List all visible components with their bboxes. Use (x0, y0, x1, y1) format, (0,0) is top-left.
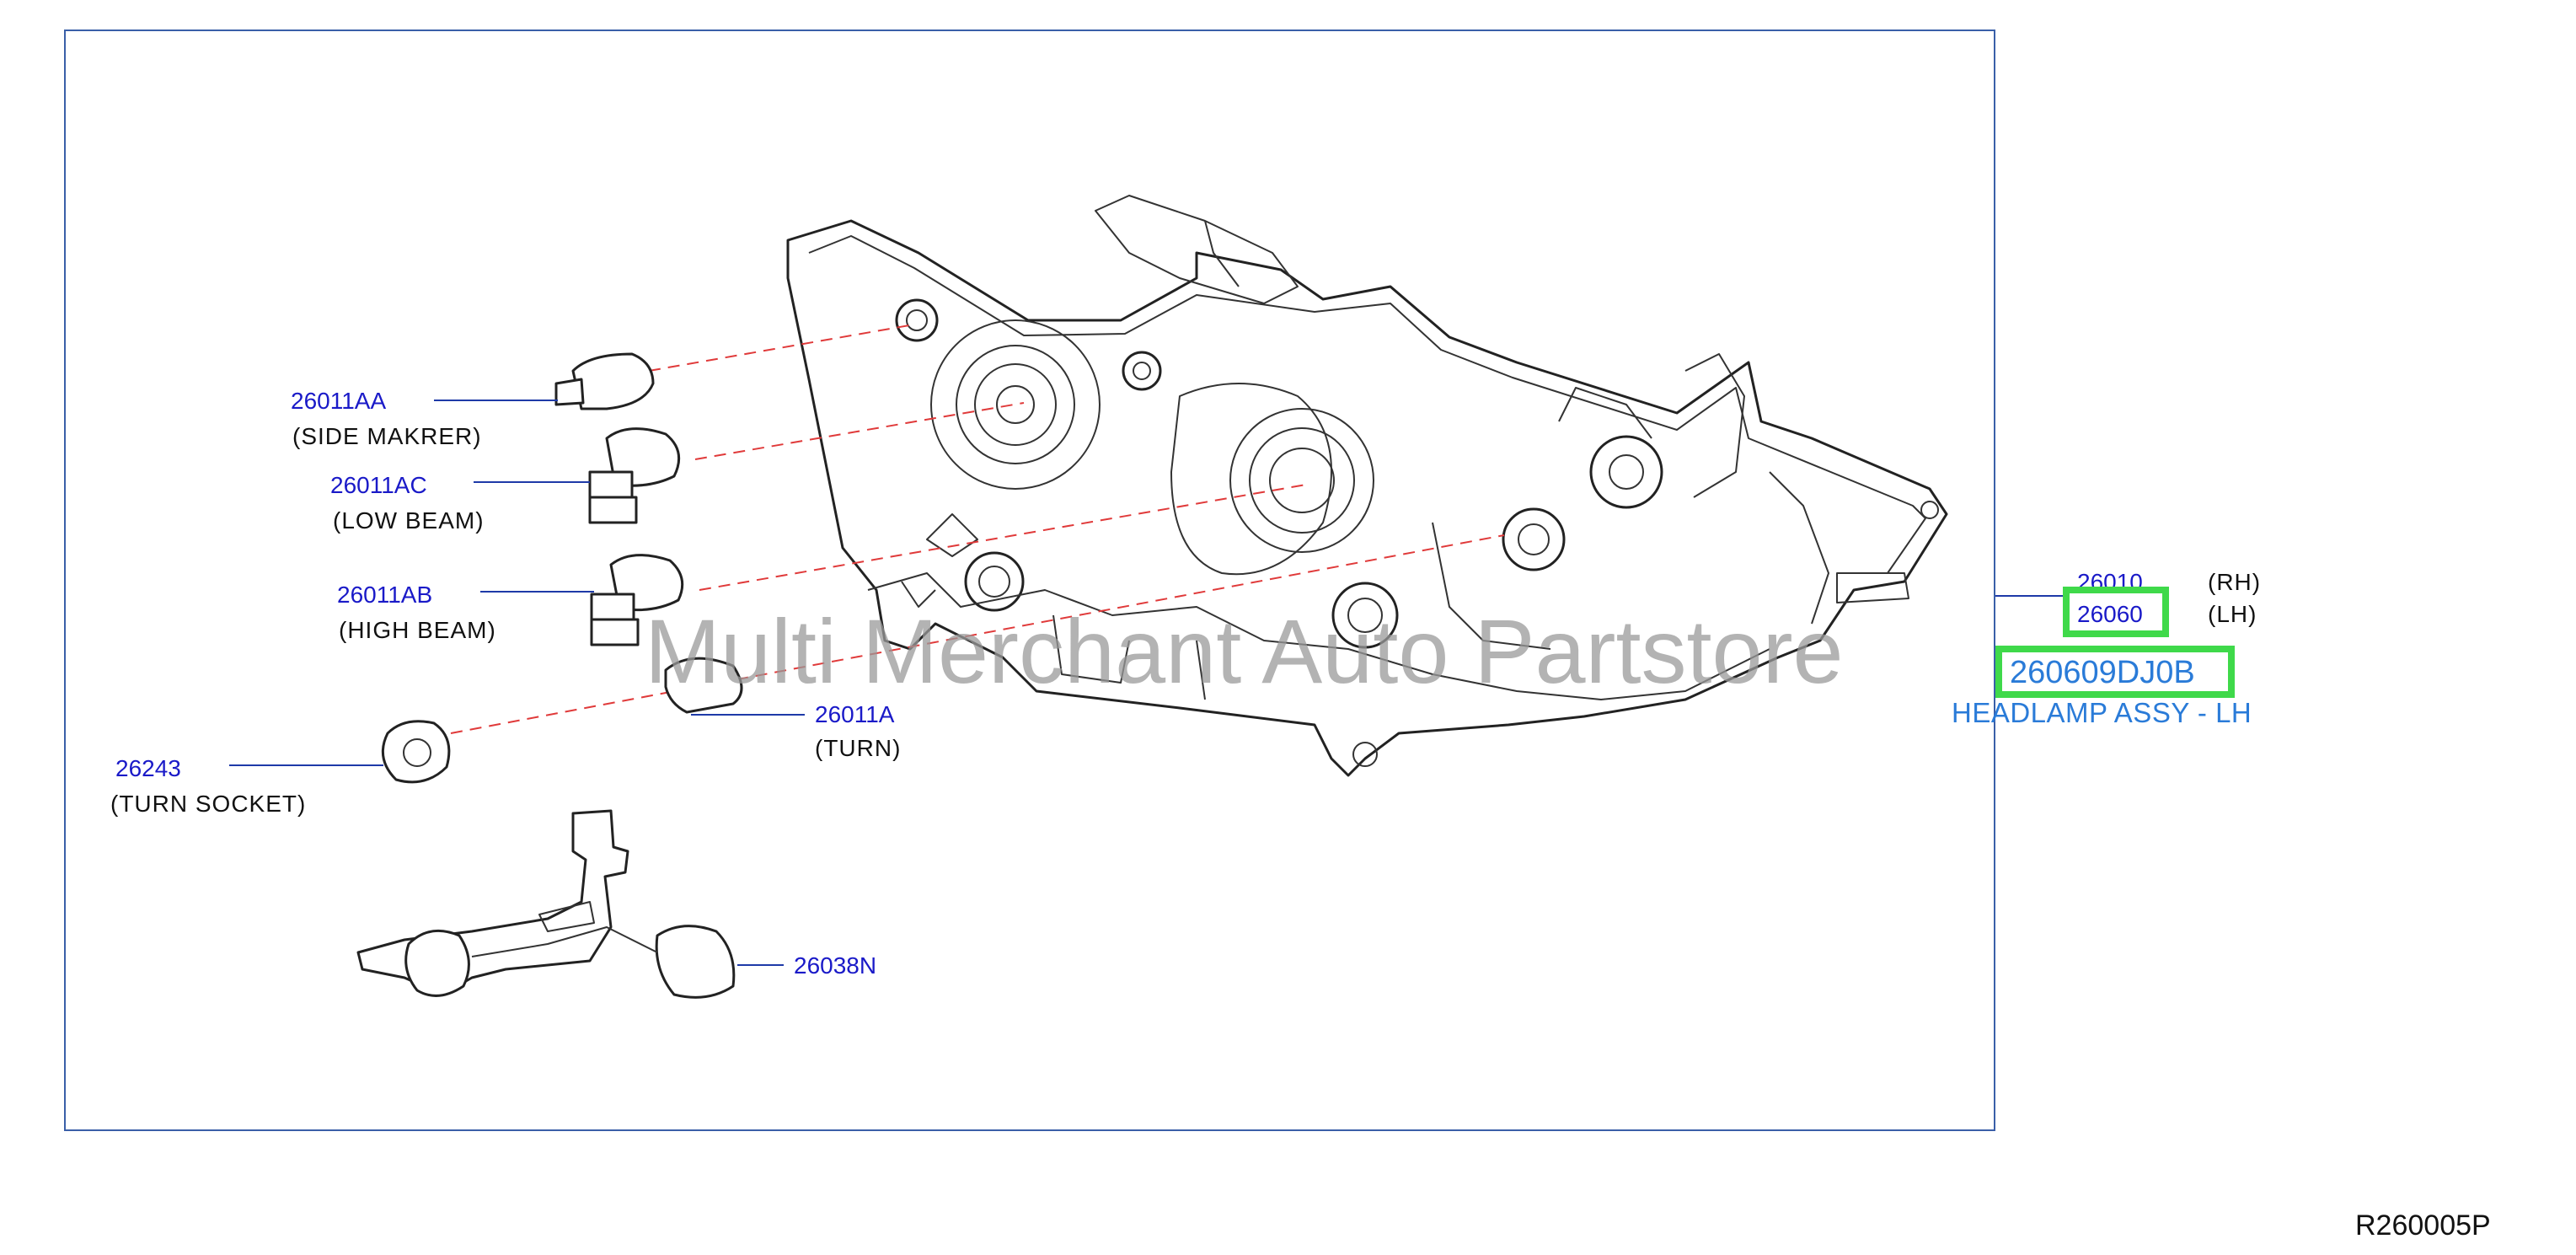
side-marker-bulb[interactable] (554, 352, 655, 410)
callout-code-harness[interactable]: 26038N (794, 952, 876, 979)
assembly-rh-label: (RH) (2208, 569, 2261, 595)
assembly-name: HEADLAMP ASSY - LH (1952, 697, 2252, 728)
callout-code-turn-socket[interactable]: 26243 (115, 755, 181, 781)
assembly-lh-code[interactable]: 26060 (2077, 601, 2143, 627)
callout-code-turn-bulb[interactable]: 26011A (815, 701, 895, 727)
parts-diagram: Multi Merchant Auto Partstore 26011AA (S… (0, 0, 2576, 1251)
assembly-lh-label: (LH) (2208, 601, 2257, 627)
callout-desc-turn-bulb: (TURN) (815, 735, 901, 761)
callout-desc-high-beam: (HIGH BEAM) (339, 617, 496, 643)
callout-desc-side-marker: (SIDE MAKRER) (292, 423, 482, 449)
turn-socket[interactable] (381, 720, 451, 784)
callout-desc-turn-socket: (TURN SOCKET) (110, 791, 306, 817)
callout-code-low-beam[interactable]: 26011AC (330, 472, 427, 498)
assembly-part-number[interactable]: 260609DJ0B (2010, 655, 2195, 690)
callout-code-side-marker[interactable]: 26011AA (291, 388, 386, 414)
callout-desc-low-beam: (LOW BEAM) (333, 507, 485, 534)
watermark: Multi Merchant Auto Partstore (645, 600, 1844, 702)
diagram-reference: R260005P (2355, 1209, 2491, 1242)
low-beam-bulb[interactable] (588, 427, 681, 524)
harness-assembly[interactable] (356, 809, 736, 999)
callout-code-high-beam[interactable]: 26011AB (337, 582, 432, 608)
